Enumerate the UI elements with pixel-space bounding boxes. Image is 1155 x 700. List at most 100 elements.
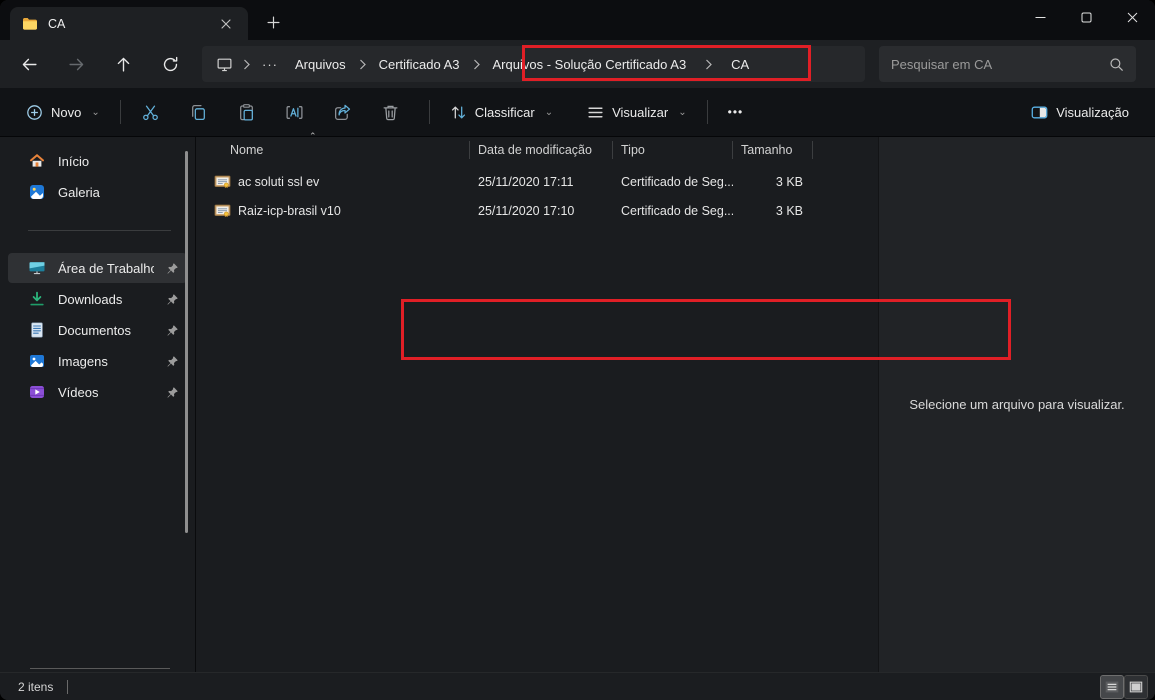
up-button[interactable]: [106, 47, 140, 81]
statusbar-divider: [67, 680, 68, 694]
sidebar-item-label: Imagens: [58, 354, 154, 369]
pin-icon: [166, 262, 179, 275]
breadcrumb-chevron-icon: [239, 59, 254, 70]
file-modified-date: 25/11/2020 17:10: [470, 204, 613, 218]
tab-title: CA: [48, 17, 206, 31]
videos-icon: [28, 383, 46, 401]
rename-button[interactable]: [275, 95, 315, 129]
sidebar-divider: [28, 230, 171, 231]
view-button[interactable]: Visualizar ⌄: [577, 98, 697, 127]
file-row-raiz-icp-brasil[interactable]: Raiz-icp-brasil v10 25/11/2020 17:10 Cer…: [196, 196, 878, 225]
sort-arrows-icon: [450, 104, 467, 121]
minimize-button[interactable]: [1017, 0, 1063, 34]
column-header-data-modificacao[interactable]: Data de modificação: [470, 141, 613, 159]
preview-toggle-button[interactable]: Visualização: [1021, 98, 1139, 127]
chevron-down-icon: ⌄: [91, 107, 99, 118]
gallery-icon: [28, 183, 46, 201]
file-list-area: ⌃ Nome Data de modificação Tipo Tamanho …: [196, 137, 878, 672]
desktop-icon: [28, 259, 46, 277]
share-button[interactable]: [323, 95, 363, 129]
breadcrumb-chevron-icon: [695, 59, 722, 70]
file-type: Certificado de Seg...: [613, 204, 733, 218]
search-input[interactable]: [891, 57, 1109, 72]
breadcrumb-chevron-icon: [355, 59, 370, 70]
new-button[interactable]: Novo ⌄: [16, 98, 110, 127]
breadcrumb-item-arquivos-solucao[interactable]: Arquivos - Solução Certificado A3: [484, 53, 696, 76]
copy-button[interactable]: [179, 95, 219, 129]
column-header-nome[interactable]: Nome: [196, 141, 470, 159]
breadcrumb-overflow[interactable]: ···: [254, 57, 286, 72]
file-explorer-window: CA: [0, 0, 1155, 700]
preview-pane: Selecione um arquivo para visualizar.: [878, 137, 1155, 672]
breadcrumb-chevron-icon: [469, 59, 484, 70]
downloads-icon: [28, 290, 46, 308]
sidebar-item-documentos[interactable]: Documentos: [8, 315, 187, 345]
paste-button[interactable]: [227, 95, 267, 129]
pin-icon: [166, 293, 179, 306]
pin-icon: [166, 324, 179, 337]
sidebar-item-label: Vídeos: [58, 385, 154, 400]
document-icon: [28, 321, 46, 339]
navigation-bar: ··· Arquivos Certificado A3 Arquivos - S…: [0, 40, 1155, 88]
certificate-icon: [214, 202, 231, 219]
breadcrumb-item-ca[interactable]: CA: [722, 53, 758, 76]
this-pc-icon[interactable]: [210, 56, 239, 73]
sidebar-item-galeria[interactable]: Galeria: [8, 177, 187, 207]
file-size: 3 KB: [733, 175, 813, 189]
certificate-icon: [214, 173, 231, 190]
preview-toggle-label: Visualização: [1056, 105, 1129, 120]
new-tab-button[interactable]: [260, 9, 286, 35]
file-type: Certificado de Seg...: [613, 175, 733, 189]
file-name: Raiz-icp-brasil v10: [238, 204, 341, 218]
circle-plus-icon: [26, 104, 43, 121]
toolbar-separator: [120, 100, 121, 124]
back-button[interactable]: [12, 47, 46, 81]
close-button[interactable]: [1109, 0, 1155, 34]
breadcrumb-item-arquivos[interactable]: Arquivos: [286, 53, 355, 76]
ellipsis-icon: •••: [728, 105, 744, 119]
column-header-tamanho[interactable]: Tamanho: [733, 141, 813, 159]
chevron-down-icon: ⌄: [678, 107, 686, 118]
sidebar: Início Galeria Área de Trabalho: [0, 137, 196, 672]
sidebar-item-videos[interactable]: Vídeos: [8, 377, 187, 407]
sort-button[interactable]: Classificar ⌄: [440, 98, 563, 127]
preview-empty-text: Selecione um arquivo para visualizar.: [895, 397, 1138, 412]
delete-button[interactable]: [371, 95, 411, 129]
file-row-ac-soluti[interactable]: ac soluti ssl ev 25/11/2020 17:11 Certif…: [196, 167, 878, 196]
status-bar: 2 itens: [0, 672, 1155, 700]
search-box[interactable]: [879, 46, 1136, 82]
file-size: 3 KB: [733, 204, 813, 218]
sidebar-scrollbar[interactable]: [185, 151, 188, 533]
titlebar: CA: [0, 0, 1155, 40]
home-icon: [28, 152, 46, 170]
file-modified-date: 25/11/2020 17:11: [470, 175, 613, 189]
breadcrumb-item-certificado-a3[interactable]: Certificado A3: [370, 53, 469, 76]
tab-close-icon[interactable]: [216, 14, 236, 34]
sidebar-item-label: Galeria: [58, 185, 179, 200]
sidebar-item-label: Área de Trabalho: [58, 261, 154, 276]
explorer-tab[interactable]: CA: [10, 7, 248, 40]
pin-icon: [166, 386, 179, 399]
sidebar-bottom-divider: [30, 668, 170, 669]
more-options-button[interactable]: •••: [718, 99, 754, 125]
refresh-button[interactable]: [153, 47, 187, 81]
sidebar-item-area-de-trabalho[interactable]: Área de Trabalho: [8, 253, 187, 283]
sidebar-item-label: Downloads: [58, 292, 154, 307]
address-bar[interactable]: ··· Arquivos Certificado A3 Arquivos - S…: [202, 46, 865, 82]
cut-button[interactable]: [131, 95, 171, 129]
sidebar-item-label: Início: [58, 154, 179, 169]
sidebar-item-inicio[interactable]: Início: [8, 146, 187, 176]
column-header-tipo[interactable]: Tipo: [613, 141, 733, 159]
file-rows: ac soluti ssl ev 25/11/2020 17:11 Certif…: [196, 162, 878, 225]
maximize-button[interactable]: [1063, 0, 1109, 34]
window-controls: [1017, 0, 1155, 40]
view-button-label: Visualizar: [612, 105, 668, 120]
items-count: 2 itens: [18, 680, 53, 694]
file-name: ac soluti ssl ev: [238, 175, 319, 189]
sidebar-item-downloads[interactable]: Downloads: [8, 284, 187, 314]
details-view-button[interactable]: [1101, 676, 1123, 698]
search-icon[interactable]: [1109, 57, 1124, 72]
large-icons-view-button[interactable]: [1125, 676, 1147, 698]
sidebar-item-imagens[interactable]: Imagens: [8, 346, 187, 376]
forward-button[interactable]: [59, 47, 93, 81]
